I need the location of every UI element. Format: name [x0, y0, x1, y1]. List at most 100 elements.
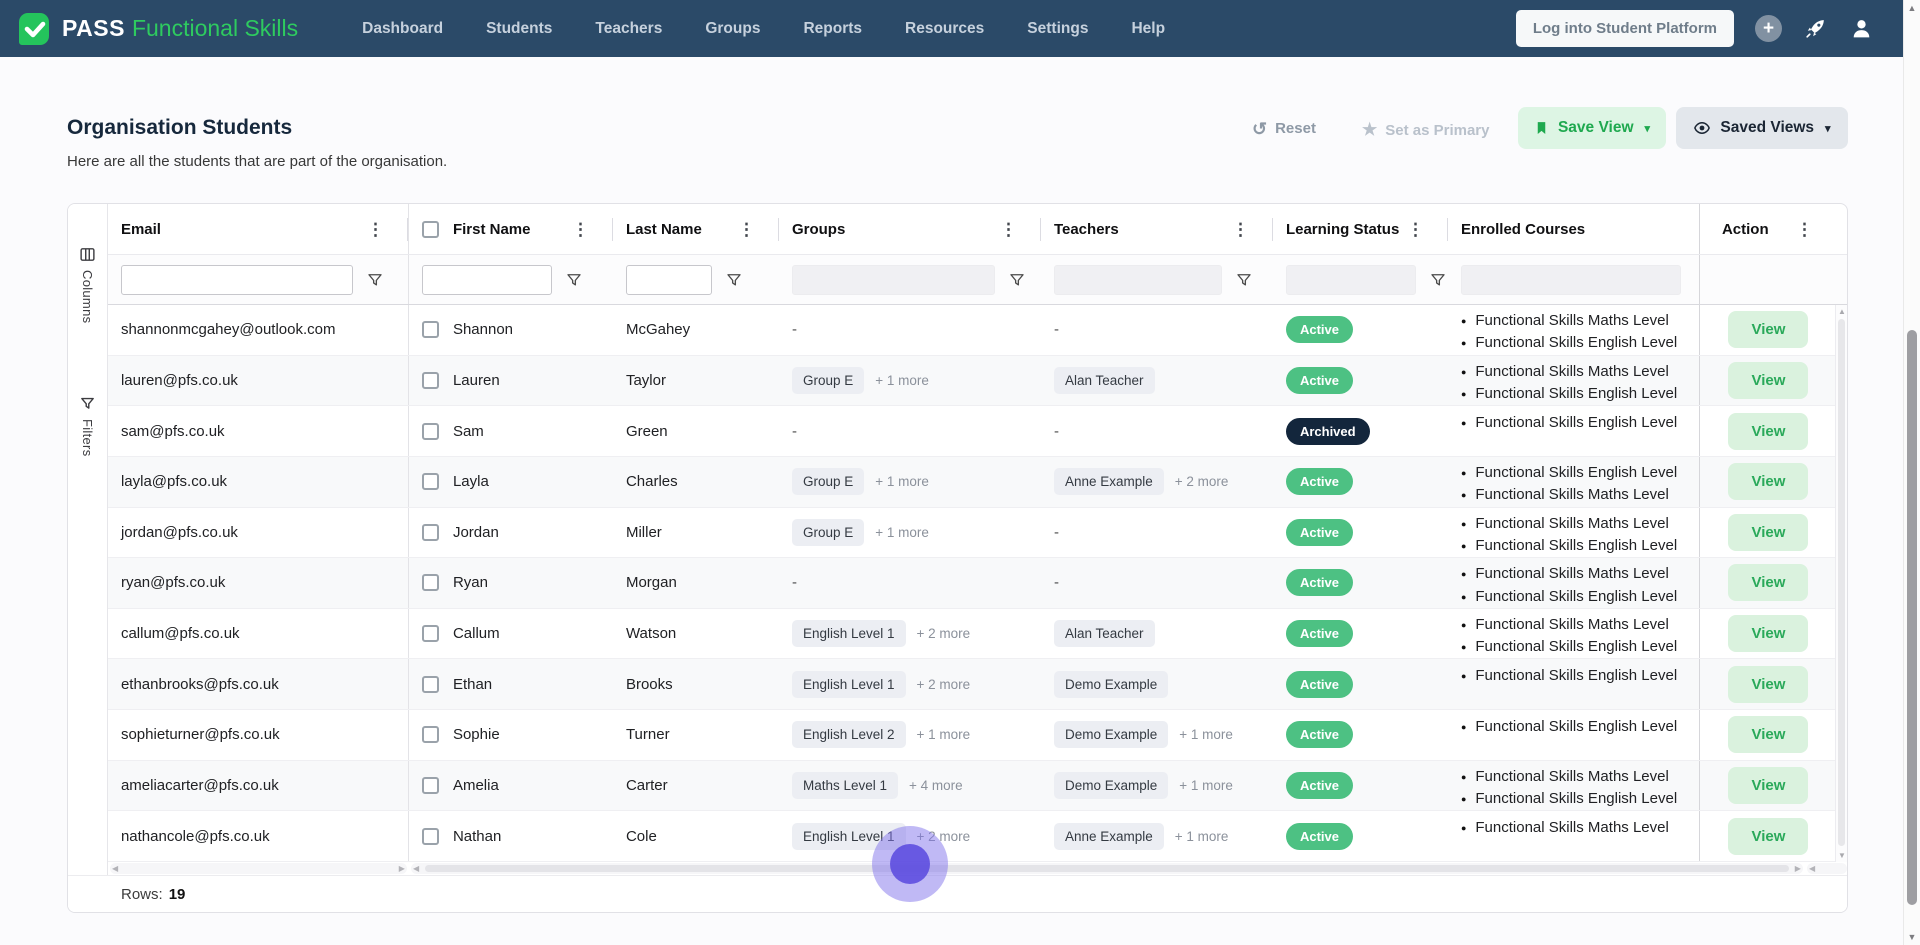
- row-checkbox[interactable]: [421, 776, 439, 794]
- scroll-down-icon[interactable]: ▼: [1904, 932, 1920, 942]
- view-button[interactable]: View: [1728, 817, 1809, 855]
- chevron-down-icon: ▾: [1644, 122, 1651, 135]
- filter-funnel-icon[interactable]: [366, 271, 384, 289]
- view-button[interactable]: View: [1728, 361, 1809, 399]
- row-checkbox[interactable]: [421, 675, 439, 693]
- nav-item-dashboard[interactable]: Dashboard: [362, 20, 443, 38]
- rocket-icon[interactable]: [1803, 16, 1828, 41]
- select-all-checkbox[interactable]: [421, 220, 439, 238]
- cell-learning-status: Active: [1273, 305, 1448, 355]
- table-horizontal-scrollbar[interactable]: ◀ ▶ ◀ ▶ ◀: [107, 862, 1847, 875]
- row-checkbox[interactable]: [421, 422, 439, 440]
- first-name-text: Sophie: [452, 726, 500, 744]
- login-student-platform-button[interactable]: Log into Student Platform: [1515, 10, 1734, 47]
- cell-teachers: Alan Teacher: [1041, 609, 1273, 659]
- nav-item-resources[interactable]: Resources: [905, 20, 984, 38]
- column-menu-icon[interactable]: ⋮: [572, 221, 589, 238]
- column-menu-icon[interactable]: ⋮: [1796, 221, 1813, 238]
- saved-views-button[interactable]: Saved Views ▾: [1676, 107, 1848, 149]
- row-checkbox[interactable]: [421, 726, 439, 744]
- column-menu-icon[interactable]: ⋮: [1000, 221, 1017, 238]
- view-button[interactable]: View: [1728, 311, 1809, 349]
- cell-action: View: [1698, 659, 1837, 709]
- row-checkbox[interactable]: [421, 371, 439, 389]
- filter-cell-status: [1273, 255, 1448, 304]
- save-view-button[interactable]: Save View ▾: [1518, 107, 1666, 149]
- scroll-left-icon[interactable]: ◀: [413, 864, 419, 873]
- row-checkbox[interactable]: [421, 625, 439, 643]
- empty-value: -: [1053, 574, 1059, 592]
- view-button[interactable]: View: [1728, 716, 1809, 754]
- nav-item-students[interactable]: Students: [486, 20, 552, 38]
- filter-input-email[interactable]: [120, 264, 353, 295]
- cell-learning-status: Active: [1273, 558, 1448, 608]
- cell-email: ameliacarter@pfs.co.uk: [108, 760, 409, 811]
- vertical-scroll-thumb[interactable]: [1838, 319, 1845, 846]
- scroll-up-icon[interactable]: ▲: [1837, 307, 1847, 316]
- column-menu-icon[interactable]: ⋮: [738, 221, 755, 238]
- row-checkbox[interactable]: [421, 523, 439, 541]
- view-button[interactable]: View: [1728, 513, 1809, 551]
- nav-item-teachers[interactable]: Teachers: [595, 20, 662, 38]
- first-name-text: Amelia: [452, 776, 499, 794]
- table-vertical-scrollbar[interactable]: ▲ ▼: [1835, 305, 1847, 862]
- view-button[interactable]: View: [1728, 615, 1809, 653]
- nav-item-help[interactable]: Help: [1131, 20, 1165, 38]
- column-menu-icon[interactable]: ⋮: [367, 221, 384, 238]
- bullet-icon: ●: [1460, 591, 1467, 602]
- nav-item-settings[interactable]: Settings: [1027, 20, 1088, 38]
- table-header-row: Email ⋮ First Name ⋮ Last Name ⋮ Groups ⋮ Teache…: [107, 204, 1847, 255]
- brand-logo[interactable]: PASS Functional Skills: [16, 11, 298, 47]
- filters-panel-toggle[interactable]: Filters: [79, 395, 96, 457]
- row-checkbox[interactable]: [421, 827, 439, 845]
- cell-first-name: Ryan: [409, 558, 613, 608]
- filter-input-first[interactable]: [421, 264, 552, 295]
- filter-funnel-icon[interactable]: [565, 271, 583, 289]
- nav-item-groups[interactable]: Groups: [705, 20, 760, 38]
- scroll-left-icon[interactable]: ◀: [112, 864, 118, 873]
- course-name: Functional Skills English Level: [1475, 638, 1678, 656]
- view-button[interactable]: View: [1728, 412, 1809, 450]
- set-as-primary-button[interactable]: ★ Set as Primary: [1362, 120, 1489, 140]
- view-button[interactable]: View: [1728, 463, 1809, 501]
- scroll-down-icon[interactable]: ▼: [1837, 851, 1847, 860]
- cell-action: View: [1698, 558, 1837, 608]
- user-icon[interactable]: [1849, 16, 1874, 41]
- cell-learning-status: Active: [1273, 659, 1448, 709]
- row-checkbox[interactable]: [421, 321, 439, 339]
- more-count: + 1 more: [1174, 828, 1229, 844]
- filter-funnel-icon[interactable]: [1235, 271, 1253, 289]
- horizontal-scroll-thumb[interactable]: [424, 865, 1789, 872]
- reset-button[interactable]: ↺ Reset: [1252, 120, 1316, 138]
- bullet-icon: ●: [1460, 642, 1467, 653]
- row-checkbox[interactable]: [421, 473, 439, 491]
- scroll-right-icon[interactable]: ▶: [1795, 864, 1801, 873]
- cell-enrolled-courses: ● Functional Skills Maths Level ● Functiona…: [1448, 558, 1699, 608]
- column-header-label: Teachers: [1053, 220, 1119, 238]
- teacher-chip: Demo Example: [1053, 771, 1169, 799]
- filter-funnel-icon[interactable]: [1008, 271, 1026, 289]
- column-menu-icon[interactable]: ⋮: [1232, 221, 1249, 238]
- plus-icon[interactable]: +: [1755, 15, 1782, 42]
- cell-last-name: Miller: [625, 523, 662, 541]
- more-count: + 1 more: [875, 474, 929, 490]
- filter-funnel-icon[interactable]: [1429, 271, 1447, 289]
- filter-input-last[interactable]: [625, 264, 712, 295]
- browser-scroll-thumb[interactable]: [1907, 330, 1917, 905]
- view-button[interactable]: View: [1728, 564, 1809, 602]
- scroll-left-icon[interactable]: ◀: [1809, 864, 1815, 873]
- view-button[interactable]: View: [1728, 766, 1809, 804]
- cell-learning-status: Archived: [1273, 406, 1448, 456]
- nav-item-reports[interactable]: Reports: [803, 20, 862, 38]
- browser-scrollbar[interactable]: ▲ ▼: [1903, 0, 1920, 945]
- table-row: sophieturner@pfs.co.uk Sophie Turner Englis…: [107, 710, 1847, 761]
- empty-value: -: [1053, 523, 1059, 541]
- cell-email: lauren@pfs.co.uk: [108, 355, 409, 406]
- filter-funnel-icon[interactable]: [725, 271, 743, 289]
- columns-panel-toggle[interactable]: Columns: [79, 246, 96, 323]
- column-menu-icon[interactable]: ⋮: [1407, 221, 1424, 238]
- scroll-right-icon[interactable]: ▶: [399, 864, 405, 873]
- view-button[interactable]: View: [1728, 665, 1809, 703]
- row-checkbox[interactable]: [421, 574, 439, 592]
- scroll-up-icon[interactable]: ▲: [1904, 3, 1920, 13]
